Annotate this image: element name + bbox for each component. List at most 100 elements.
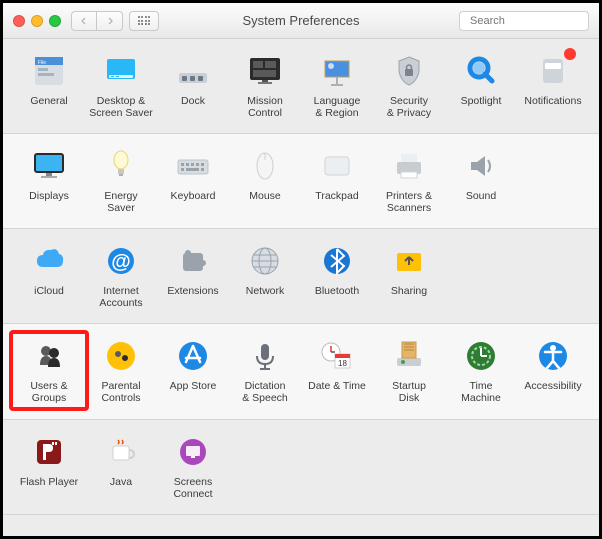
system-preferences-window: System Preferences File General Desktop & … — [0, 0, 602, 539]
pref-displays[interactable]: Displays — [13, 144, 85, 216]
screens-label: Screens Connect — [173, 476, 212, 500]
pref-desktop[interactable]: Desktop & Screen Saver — [85, 49, 157, 121]
sound-label: Sound — [466, 190, 496, 202]
notifications-icon — [533, 51, 573, 91]
preference-panes: File General Desktop & Screen Saver Dock Mis… — [3, 39, 599, 515]
pref-trackpad[interactable]: Trackpad — [301, 144, 373, 216]
pref-general[interactable]: File General — [13, 49, 85, 121]
language-icon — [317, 51, 357, 91]
svg-text:18: 18 — [338, 359, 347, 368]
pref-mission[interactable]: Mission Control — [229, 49, 301, 121]
pref-dictation[interactable]: Dictation & Speech — [229, 334, 301, 406]
pref-notifications[interactable]: Notifications — [517, 49, 589, 121]
window-controls — [13, 15, 61, 27]
parental-icon — [101, 336, 141, 376]
search-input[interactable] — [470, 15, 602, 27]
pref-energy[interactable]: Energy Saver — [85, 144, 157, 216]
internet-label: Internet Accounts — [99, 285, 142, 309]
network-label: Network — [246, 285, 285, 297]
pref-sharing[interactable]: Sharing — [373, 239, 445, 311]
pref-internet[interactable]: @ Internet Accounts — [85, 239, 157, 311]
displays-label: Displays — [29, 190, 69, 202]
pref-accessibility[interactable]: Accessibility — [517, 334, 589, 406]
flash-label: Flash Player — [20, 476, 78, 488]
show-all-button[interactable] — [129, 11, 159, 31]
sound-icon — [461, 146, 501, 186]
bluetooth-label: Bluetooth — [315, 285, 359, 297]
pref-mouse[interactable]: Mouse — [229, 144, 301, 216]
extensions-label: Extensions — [167, 285, 218, 297]
desktop-icon — [101, 51, 141, 91]
forward-button[interactable] — [97, 11, 123, 31]
keyboard-label: Keyboard — [171, 190, 216, 202]
back-button[interactable] — [71, 11, 97, 31]
dock-icon — [173, 51, 213, 91]
energy-label: Energy Saver — [104, 190, 137, 214]
sharing-label: Sharing — [391, 285, 427, 297]
sharing-icon — [389, 241, 429, 281]
titlebar: System Preferences — [3, 3, 599, 39]
pref-spotlight[interactable]: Spotlight — [445, 49, 517, 121]
pref-keyboard[interactable]: Keyboard — [157, 144, 229, 216]
security-icon — [389, 51, 429, 91]
appstore-label: App Store — [170, 380, 217, 392]
nav-buttons — [71, 11, 123, 31]
pref-java[interactable]: Java — [85, 430, 157, 502]
pref-screens[interactable]: Screens Connect — [157, 430, 229, 502]
security-label: Security & Privacy — [387, 95, 431, 119]
pref-security[interactable]: Security & Privacy — [373, 49, 445, 121]
pref-dock[interactable]: Dock — [157, 49, 229, 121]
mouse-label: Mouse — [249, 190, 281, 202]
minimize-button[interactable] — [31, 15, 43, 27]
pref-icloud[interactable]: iCloud — [13, 239, 85, 311]
timemachine-label: Time Machine — [461, 380, 501, 404]
pref-flash[interactable]: Flash Player — [13, 430, 85, 502]
dictation-icon — [245, 336, 285, 376]
search-field[interactable] — [459, 11, 589, 31]
pref-appstore[interactable]: App Store — [157, 334, 229, 406]
pref-timemachine[interactable]: Time Machine — [445, 334, 517, 406]
pref-extensions[interactable]: Extensions — [157, 239, 229, 311]
internet-icon: @ — [101, 241, 141, 281]
pref-printers[interactable]: Printers & Scanners — [373, 144, 445, 216]
notifications-label: Notifications — [524, 95, 581, 107]
desktop-label: Desktop & Screen Saver — [89, 95, 153, 119]
pref-row-1: Displays Energy Saver Keyboard Mouse Trackpa… — [3, 134, 599, 229]
pref-parental[interactable]: Parental Controls — [85, 334, 157, 406]
dictation-label: Dictation & Speech — [242, 380, 288, 404]
pref-language[interactable]: Language & Region — [301, 49, 373, 121]
pref-row-0: File General Desktop & Screen Saver Dock Mis… — [3, 39, 599, 134]
spotlight-icon — [461, 51, 501, 91]
users-label: Users & Groups — [30, 380, 67, 404]
trackpad-icon — [317, 146, 357, 186]
printers-icon — [389, 146, 429, 186]
icloud-icon — [29, 241, 69, 281]
pref-bluetooth[interactable]: Bluetooth — [301, 239, 373, 311]
startup-label: Startup Disk — [392, 380, 426, 404]
zoom-button[interactable] — [49, 15, 61, 27]
pref-row-2: iCloud @ Internet Accounts Extensions Networ… — [3, 229, 599, 324]
general-label: General — [30, 95, 67, 107]
pref-startup[interactable]: Startup Disk — [373, 334, 445, 406]
extensions-icon — [173, 241, 213, 281]
java-icon — [101, 432, 141, 472]
energy-icon — [101, 146, 141, 186]
printers-label: Printers & Scanners — [386, 190, 432, 214]
trackpad-label: Trackpad — [315, 190, 358, 202]
mission-icon — [245, 51, 285, 91]
close-button[interactable] — [13, 15, 25, 27]
flash-icon — [29, 432, 69, 472]
spotlight-label: Spotlight — [461, 95, 502, 107]
pref-sound[interactable]: Sound — [445, 144, 517, 216]
parental-label: Parental Controls — [101, 380, 140, 404]
java-label: Java — [110, 476, 132, 488]
displays-icon — [29, 146, 69, 186]
dock-label: Dock — [181, 95, 205, 107]
users-icon — [29, 336, 69, 376]
network-icon — [245, 241, 285, 281]
pref-users[interactable]: Users & Groups — [9, 330, 89, 410]
accessibility-icon — [533, 336, 573, 376]
pref-datetime[interactable]: 18Date & Time — [301, 334, 373, 406]
general-icon: File — [29, 51, 69, 91]
pref-network[interactable]: Network — [229, 239, 301, 311]
